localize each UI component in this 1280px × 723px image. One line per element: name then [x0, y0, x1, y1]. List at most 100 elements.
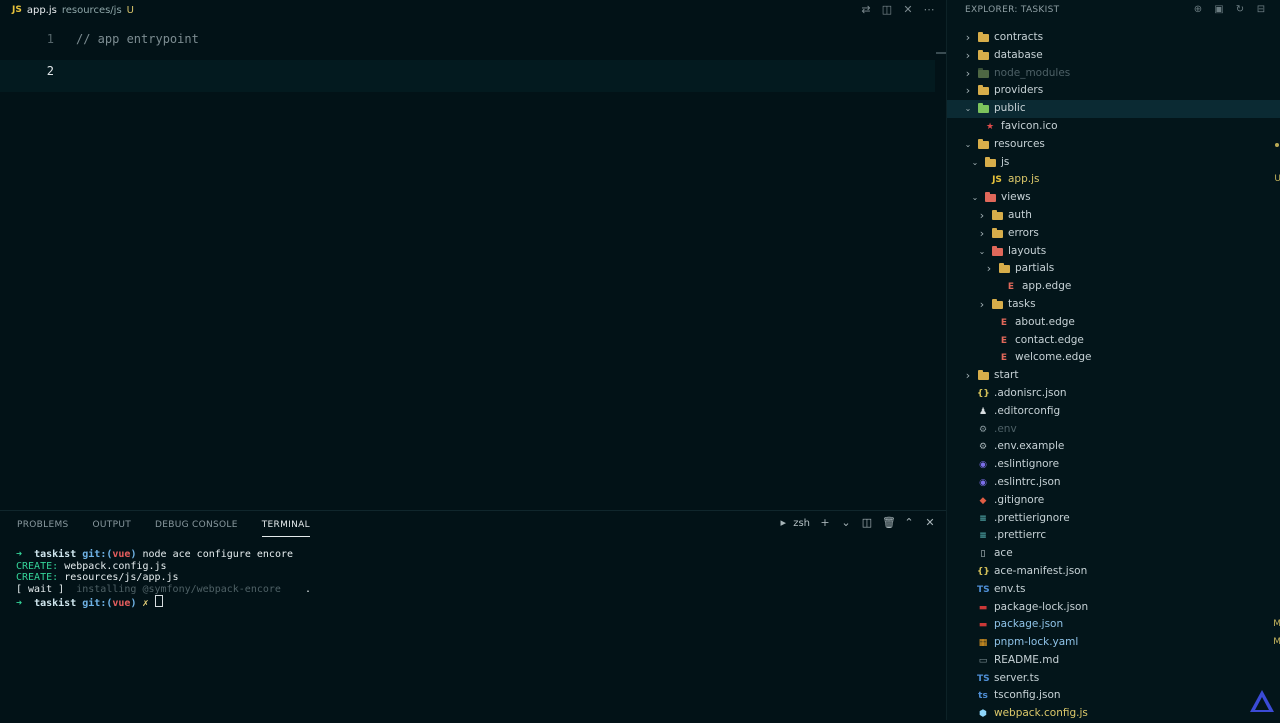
- code-line[interactable]: 1 // app entrypoint: [0, 28, 935, 60]
- chevron-down-icon[interactable]: ⌄: [970, 189, 980, 207]
- folder-item-contracts[interactable]: › contracts: [947, 29, 1280, 47]
- split-terminal-icon[interactable]: ◫: [861, 517, 873, 529]
- folder-item-layouts[interactable]: ⌄ layouts: [947, 243, 1280, 261]
- file-item-env-example[interactable]: ⚙ .env.example: [947, 438, 1280, 456]
- file-item-env-ts[interactable]: TS env.ts: [947, 581, 1280, 599]
- minimap[interactable]: [936, 52, 946, 54]
- tree-item-label: node_modules: [994, 66, 1071, 79]
- folder-item-start[interactable]: › start: [947, 367, 1280, 385]
- code-line-active[interactable]: 2: [0, 60, 935, 92]
- maximize-panel-icon[interactable]: ⌃: [903, 517, 915, 529]
- folder-item-node-modules[interactable]: › node_modules: [947, 65, 1280, 83]
- file-item-package-lock-json[interactable]: ▬ package-lock.json: [947, 599, 1280, 617]
- file-item-gitignore[interactable]: ◆ .gitignore: [947, 492, 1280, 510]
- tree-item-label: server.ts: [994, 671, 1040, 684]
- file-item-favicon-ico[interactable]: ★ favicon.ico: [947, 118, 1280, 136]
- tab-output[interactable]: OUTPUT: [93, 514, 131, 536]
- folder-item-js[interactable]: ⌄ js: [947, 154, 1280, 172]
- code-lines[interactable]: 1 // app entrypoint 2: [0, 28, 935, 92]
- chevron-right-icon[interactable]: ›: [977, 296, 987, 314]
- file-item-server-ts[interactable]: TS server.ts: [947, 670, 1280, 688]
- chevron-right-icon[interactable]: ›: [963, 65, 973, 83]
- file-item-pnpm-lock-yaml[interactable]: ▦ pnpm-lock.yaml M: [947, 634, 1280, 652]
- tree-item-label: welcome.edge: [1015, 351, 1092, 364]
- terminal-shell-selector[interactable]: ▸ zsh: [777, 517, 810, 529]
- file-item-eslintignore[interactable]: ◉ .eslintignore: [947, 456, 1280, 474]
- editor-area[interactable]: JS app.js resources/js U ⇄ ◫ ✕ ⋯ 1 // ap…: [0, 0, 946, 510]
- file-item-welcome-edge[interactable]: Ewelcome.edge: [947, 349, 1280, 367]
- file-item-app-edge[interactable]: Eapp.edge: [947, 278, 1280, 296]
- file-item-prettierrc[interactable]: ≡ .prettierrc: [947, 527, 1280, 545]
- file-item-eslintrc-json[interactable]: ◉ .eslintrc.json: [947, 474, 1280, 492]
- tree-item-label: views: [1001, 191, 1031, 204]
- tree-item-label: env.ts: [994, 582, 1026, 595]
- collapse-all-icon[interactable]: ⊟: [1255, 4, 1267, 16]
- folder-item-resources[interactable]: ⌄ resources: [947, 136, 1280, 154]
- chevron-right-icon[interactable]: ›: [963, 82, 973, 100]
- file-item-about-edge[interactable]: Eabout.edge: [947, 314, 1280, 332]
- chevron-down-icon[interactable]: ⌄: [977, 243, 987, 261]
- file-tree[interactable]: › contracts › database › node_modules › provide…: [947, 29, 1280, 723]
- wait-label: [ wait ]: [16, 583, 65, 595]
- new-file-icon[interactable]: ⊕: [1192, 4, 1204, 16]
- chevron-down-icon[interactable]: ⌄: [963, 136, 973, 154]
- close-panel-icon[interactable]: ✕: [924, 517, 936, 529]
- split-editor-icon[interactable]: ◫: [881, 4, 893, 16]
- created-file: webpack.config.js: [64, 560, 167, 572]
- chevron-down-icon[interactable]: ⌄: [963, 100, 973, 118]
- tree-item-label: database: [994, 48, 1043, 61]
- file-item-tsconfig-json[interactable]: ts tsconfig.json: [947, 687, 1280, 705]
- open-changes-icon[interactable]: ⇄: [860, 4, 872, 16]
- more-actions-icon[interactable]: ⋯: [923, 4, 935, 16]
- plus-icon[interactable]: +: [819, 517, 831, 529]
- prompt-project: taskist: [34, 598, 77, 609]
- gear-icon: ⚙: [978, 424, 988, 435]
- file-item-contact-edge[interactable]: Econtact.edge: [947, 332, 1280, 350]
- chevron-down-icon[interactable]: ⌄: [840, 517, 852, 529]
- file-item-env[interactable]: ⚙ .env: [947, 421, 1280, 439]
- file-item-ace[interactable]: ▯ ace: [947, 545, 1280, 563]
- trash-icon[interactable]: 🗑: [882, 517, 896, 529]
- folder-item-errors[interactable]: › errors: [947, 225, 1280, 243]
- tab-problems[interactable]: PROBLEMS: [17, 514, 69, 536]
- folder-item-partials[interactable]: › partials: [947, 260, 1280, 278]
- chevron-right-icon[interactable]: ›: [963, 47, 973, 65]
- folder-icon: [978, 103, 989, 114]
- folder-icon: [992, 227, 1003, 238]
- close-icon[interactable]: ✕: [902, 4, 914, 16]
- tree-item-label: .prettierrc: [994, 529, 1047, 542]
- chevron-right-icon[interactable]: ›: [963, 367, 973, 385]
- chevron-right-icon[interactable]: ›: [977, 207, 987, 225]
- folder-item-providers[interactable]: › providers: [947, 82, 1280, 100]
- chevron-right-icon[interactable]: ›: [984, 260, 994, 278]
- created-file: resources/js/app.js: [64, 572, 179, 583]
- file-item-webpack-config-js[interactable]: ⬢ webpack.config.js: [947, 705, 1280, 723]
- editor-tab-app-js[interactable]: JS app.js resources/js U: [12, 0, 134, 20]
- folder-icon: [978, 85, 989, 96]
- file-item-readme-md[interactable]: ▭ README.md: [947, 652, 1280, 670]
- chevron-right-icon[interactable]: ›: [963, 29, 973, 47]
- webpack-icon: ⬢: [979, 709, 987, 720]
- folder-item-auth[interactable]: › auth: [947, 207, 1280, 225]
- refresh-icon[interactable]: ↻: [1234, 4, 1246, 16]
- file-item-adonisrc-json[interactable]: {} .adonisrc.json: [947, 385, 1280, 403]
- tree-item-label: partials: [1015, 262, 1055, 275]
- tree-item-label: .env.example: [994, 440, 1065, 453]
- folder-item-tasks[interactable]: › tasks: [947, 296, 1280, 314]
- folder-item-public[interactable]: ⌄ public: [947, 100, 1280, 118]
- new-folder-icon[interactable]: ▣: [1213, 4, 1225, 16]
- tab-terminal[interactable]: TERMINAL: [261, 514, 310, 537]
- file-item-prettierignore[interactable]: ≡ .prettierignore: [947, 510, 1280, 528]
- file-item-app-js[interactable]: JS app.js U: [947, 171, 1280, 189]
- tree-item-label: layouts: [1008, 244, 1047, 257]
- chevron-down-icon[interactable]: ⌄: [970, 154, 980, 172]
- folder-item-database[interactable]: › database: [947, 47, 1280, 65]
- file-item-editorconfig[interactable]: ♟ .editorconfig: [947, 403, 1280, 421]
- file-item-ace-manifest-json[interactable]: {} ace-manifest.json: [947, 563, 1280, 581]
- tab-debug-console[interactable]: DEBUG CONSOLE: [155, 514, 238, 536]
- panel-actions: ▸ zsh + ⌄ ◫ 🗑 ⌃ ✕: [777, 517, 936, 529]
- folder-item-views[interactable]: ⌄ views: [947, 189, 1280, 207]
- terminal-output[interactable]: ➜ taskist git:(vue) node ace configure e…: [16, 549, 311, 609]
- chevron-right-icon[interactable]: ›: [977, 225, 987, 243]
- file-item-package-json[interactable]: ▬ package.json M: [947, 616, 1280, 634]
